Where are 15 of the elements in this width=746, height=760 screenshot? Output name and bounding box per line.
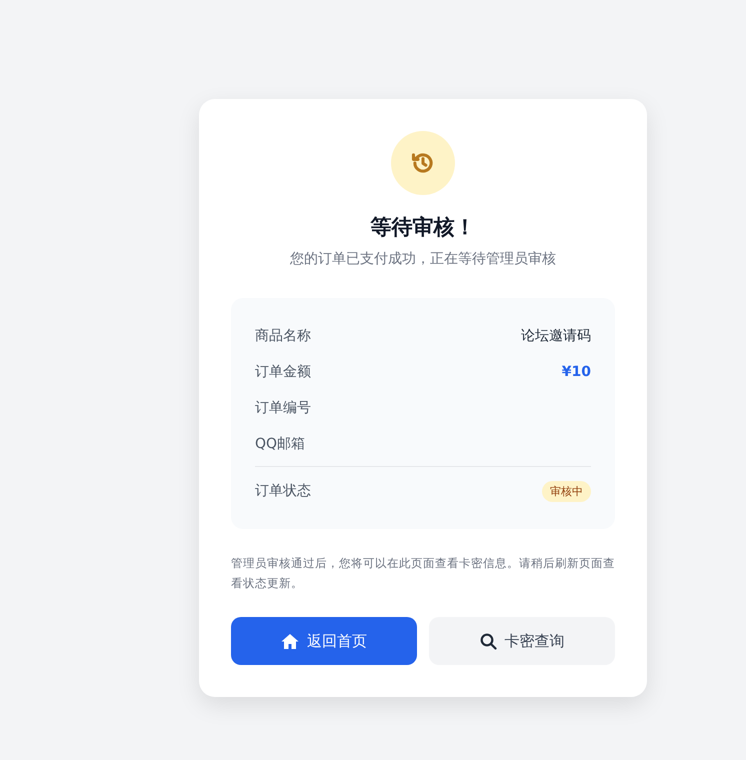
subtitle: 您的订单已支付成功，正在等待管理员审核 bbox=[290, 250, 556, 268]
field-label: 订单状态 bbox=[255, 482, 311, 500]
search-button[interactable]: 卡密查询 bbox=[429, 617, 615, 665]
status-badge: 审核中 bbox=[542, 480, 591, 502]
price-value: ¥10 bbox=[562, 364, 591, 380]
home-button[interactable]: 返回首页 bbox=[231, 617, 417, 665]
home-icon bbox=[281, 632, 299, 650]
field-label: QQ邮箱 bbox=[255, 435, 306, 453]
field-label: 商品名称 bbox=[255, 327, 311, 345]
field-label: 订单金额 bbox=[255, 363, 311, 381]
field-label: 订单编号 bbox=[255, 399, 311, 417]
note-text: 管理员审核通过后，您将可以在此页面查看卡密信息。请稍后刷新页面查看状态更新。 bbox=[231, 555, 615, 592]
page-title: 等待审核！ bbox=[370, 214, 476, 241]
field-value: 论坛邀请码 bbox=[521, 327, 591, 345]
search-icon bbox=[480, 632, 496, 650]
